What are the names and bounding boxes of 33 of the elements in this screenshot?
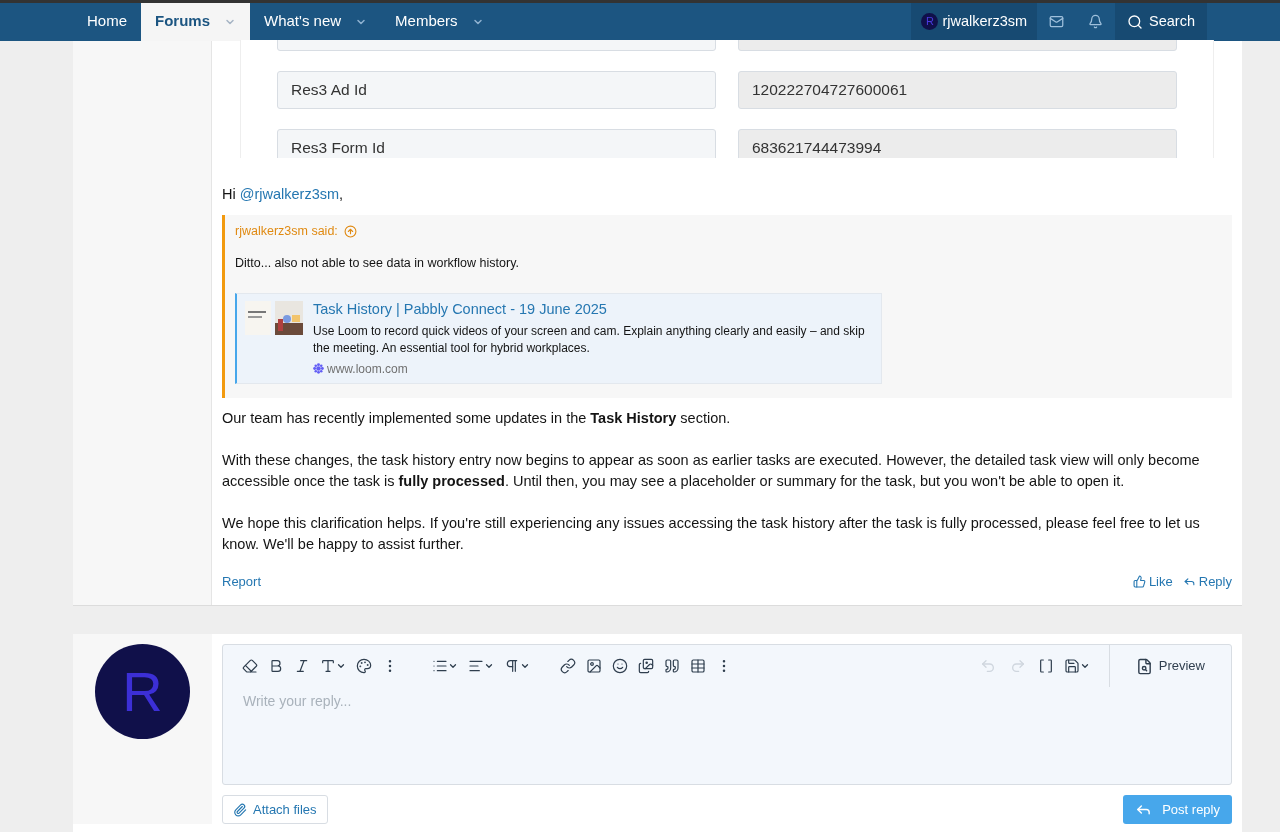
link-preview-card[interactable]: [235, 292, 882, 384]
thumbs-up-icon: [1132, 574, 1146, 588]
paperclip-icon: [233, 802, 247, 817]
like-link[interactable]: Like: [1132, 571, 1173, 591]
preview-title-link[interactable]: Task History | Pabbly Connect - 19 June 2025: [313, 298, 869, 321]
value-field[interactable]: 683621744473994: [738, 128, 1177, 158]
value-field[interactable]: 120222704727600061: [738, 70, 1177, 109]
search-button[interactable]: Search: [1115, 2, 1207, 41]
user-avatar: R: [921, 13, 939, 30]
preview-button[interactable]: Preview: [1108, 645, 1231, 687]
search-icon: [1127, 13, 1144, 30]
nav-tab[interactable]: Members: [381, 2, 498, 41]
post-paragraph: With these changes, the task history entry now begins to appear as soon as earlier tasks are executed. However, the detailed task view will only become accessible once the task is fully processed. Until then, you may see a placeholder or summary for the task, but you won't be able to open it.: [222, 450, 1201, 491]
nav-tab[interactable]: Forums: [141, 2, 251, 41]
attach-files-button[interactable]: Attach files: [222, 795, 328, 824]
nav-tab[interactable]: What's new: [250, 2, 382, 41]
reply-link[interactable]: Reply: [1182, 571, 1232, 591]
site-logo-icon: [313, 363, 324, 374]
preview-icon: [1135, 657, 1153, 675]
greeting-text: Hi @rjwalkerz3sm,: [222, 184, 345, 204]
preview-site-url: www.loom.com: [327, 360, 408, 378]
mention-link[interactable]: @rjwalkerz3sm: [239, 185, 340, 202]
user-avatar: R: [95, 644, 190, 739]
post-paragraph: We hope this clarification helps. If you're still experiencing any issues accessing the task history after the task is fully processed, please feel free to let us know. We'll be happy to assist further.: [222, 513, 1201, 554]
nav-tab[interactable]: Home: [73, 2, 141, 41]
jump-to-quote-icon: [343, 225, 357, 239]
quote-text: Ditto... also not able to see data in workflow history.: [235, 255, 520, 272]
field-label-box: Res3 Form Id: [277, 128, 716, 158]
field-label-box: Res3 Ad Id: [277, 70, 716, 109]
preview-description: Use Loom to record quick videos of your screen and cam. Explain anything clearly and easily – and skip the meeting. An essential tool for hybrid workplaces.: [313, 322, 866, 357]
report-link[interactable]: Report: [222, 571, 262, 591]
post-paragraph: Our team has recently implemented some updates in the Task History section.: [222, 408, 732, 428]
user-account-link[interactable]: R rjwalkerz3sm: [911, 2, 1038, 41]
